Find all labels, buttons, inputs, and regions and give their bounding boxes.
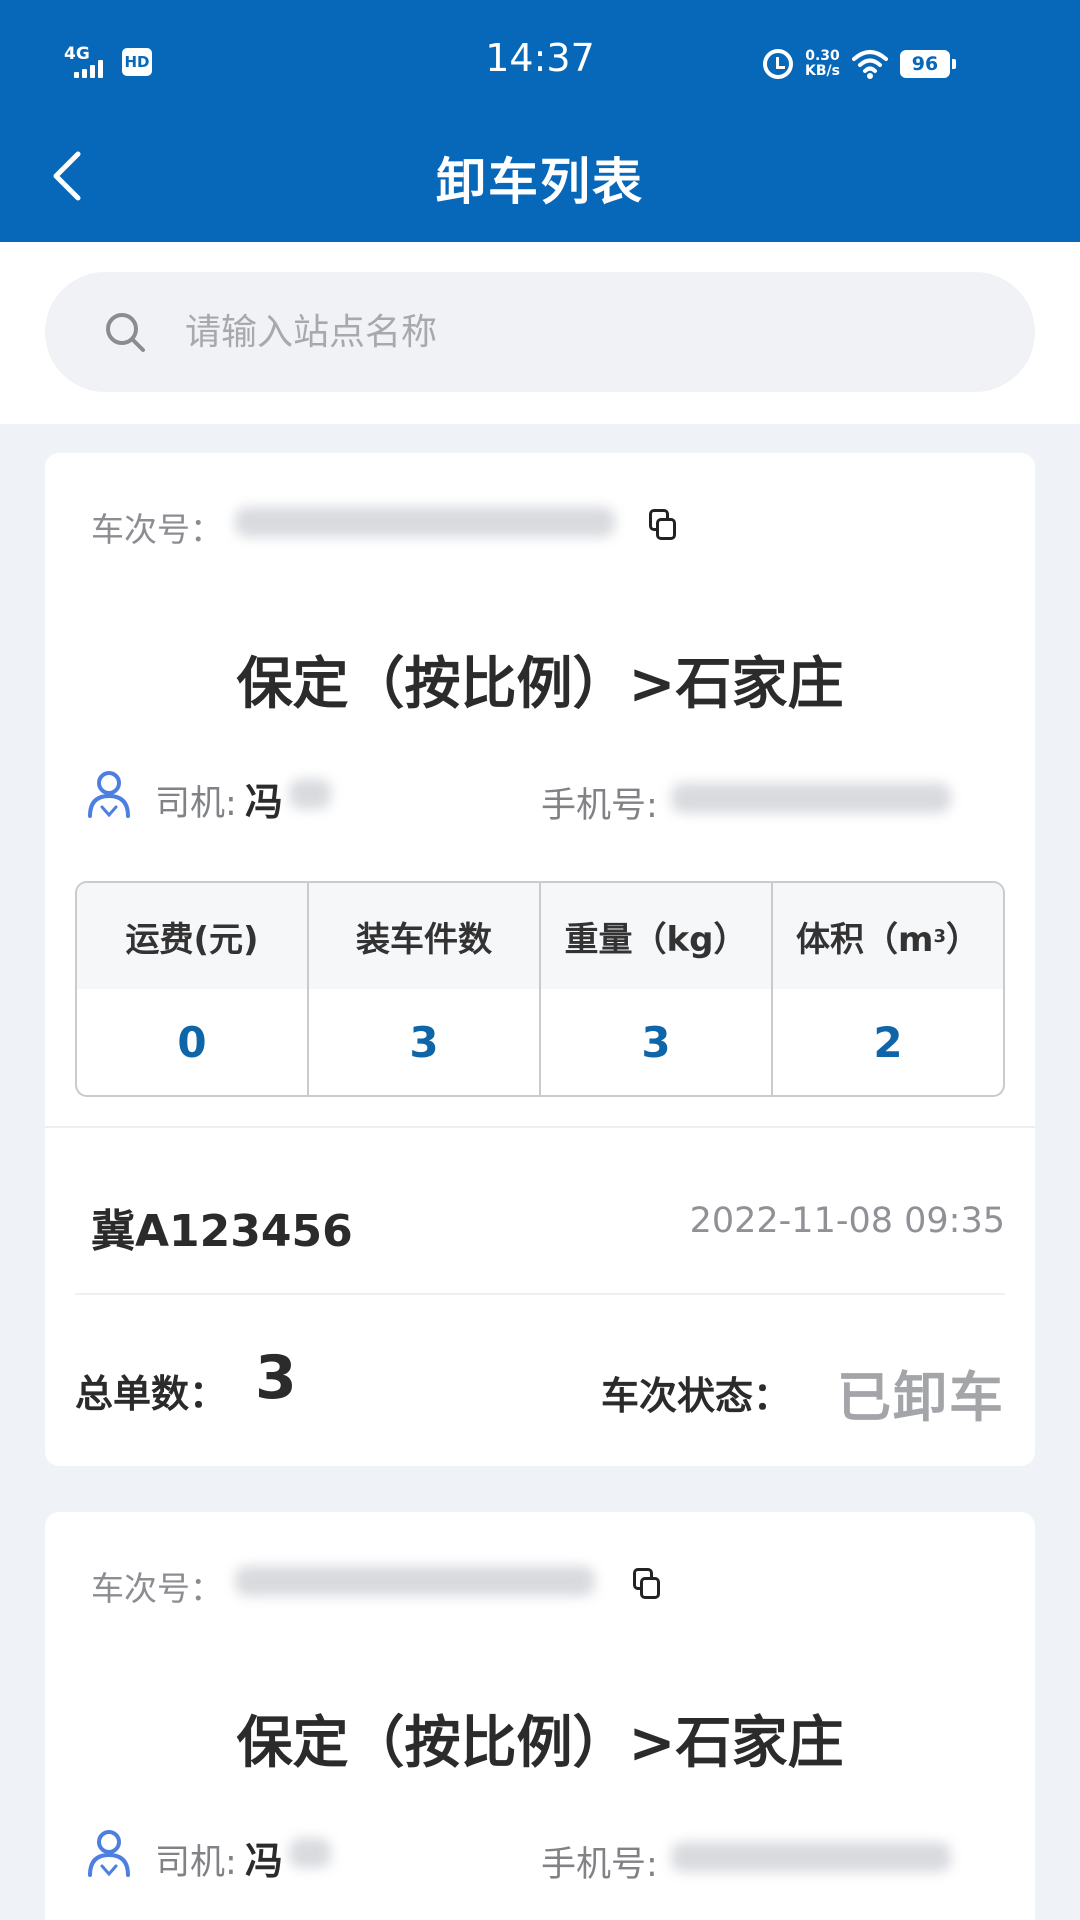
stat-freight: 运费(元) 0 [77,883,309,1095]
stat-value: 3 [409,1017,439,1067]
stat-value: 3 [641,1017,671,1067]
search-section [0,242,1080,424]
stat-weight: 重量（kg） 3 [541,883,773,1095]
driver-name: 冯 [245,1839,284,1883]
driver-icon [88,1830,130,1877]
stat-header-sup: 3 [933,925,946,947]
stat-header: 运费(元) [77,883,307,989]
network-speed: 0.30 KB/s [805,49,840,79]
total-orders-label: 总单数： [75,1372,228,1416]
copy-icon[interactable] [633,1568,663,1602]
copy-icon[interactable] [649,509,679,543]
status-time: 14:37 [485,36,595,80]
trip-stats-table: 运费(元) 0 装车件数 3 重量（kg） 3 体积（m 3） 2 [75,881,1005,1097]
hd-badge: HD [122,48,152,76]
stat-value: 2 [873,1017,903,1067]
battery-indicator: 96 [900,50,956,78]
driver-label: 司机: [155,1843,237,1883]
signal-icon [74,60,103,78]
trip-number-value-redacted [235,507,615,537]
trip-datetime: 2022-11-08 09:35 [689,1201,1005,1241]
phone-value-redacted [671,1842,951,1872]
stat-pieces: 装车件数 3 [309,883,541,1095]
stat-header: 装车件数 [309,883,539,989]
phone-label: 手机号: [541,786,658,826]
search-input[interactable] [185,292,985,372]
speed-unit: KB/s [805,63,840,79]
app-header: 4G HD 14:37 0.30 KB/s 96 卸车列表 [0,0,1080,242]
trip-number-label: 车次号： [91,1569,223,1608]
stat-header: 体积（m 3） [773,883,1003,989]
divider [45,1126,1035,1128]
trip-number-value-redacted [235,1566,595,1596]
stat-header-text: 体积（m [796,919,934,960]
status-bar: 4G HD 14:37 0.30 KB/s 96 [0,0,1080,120]
phone-value-redacted [671,783,951,813]
page-title: 卸车列表 [436,153,644,211]
stat-value: 0 [177,1017,207,1067]
phone-label: 手机号: [541,1845,658,1885]
divider [75,1293,1005,1295]
alarm-icon [763,49,794,79]
trip-status-value: 已卸车 [837,1366,1005,1429]
wifi-icon [852,50,888,79]
driver-icon [88,771,130,818]
stat-header-suffix: ） [945,919,980,960]
driver-label: 司机: [155,784,237,824]
driver-name-redacted [289,1838,331,1868]
stat-header: 重量（kg） [541,883,771,989]
trip-status-label: 车次状态： [601,1374,792,1418]
total-orders-value: 3 [255,1343,297,1413]
driver-name-redacted [289,779,331,809]
driver-name: 冯 [245,780,284,824]
route-title: 保定（按比例）>石家庄 [236,652,844,717]
stat-volume: 体积（m 3） 2 [773,883,1003,1095]
search-icon [106,313,145,352]
trip-number-label: 车次号： [91,510,223,549]
speed-value: 0.30 [805,48,840,64]
route-title: 保定（按比例）>石家庄 [236,1711,844,1776]
trip-card[interactable]: 车次号： 保定（按比例）>石家庄 司机: 冯 手机号: [45,1512,1035,1920]
chevron-left-icon[interactable] [48,148,88,204]
status-right: 0.30 KB/s 96 [763,44,956,84]
search-bar[interactable] [45,272,1035,392]
trip-card[interactable]: 车次号： 保定（按比例）>石家庄 司机: 冯 手机号: 运费(元) 0 装车件数… [45,453,1035,1466]
license-plate: 冀A123456 [91,1206,353,1257]
